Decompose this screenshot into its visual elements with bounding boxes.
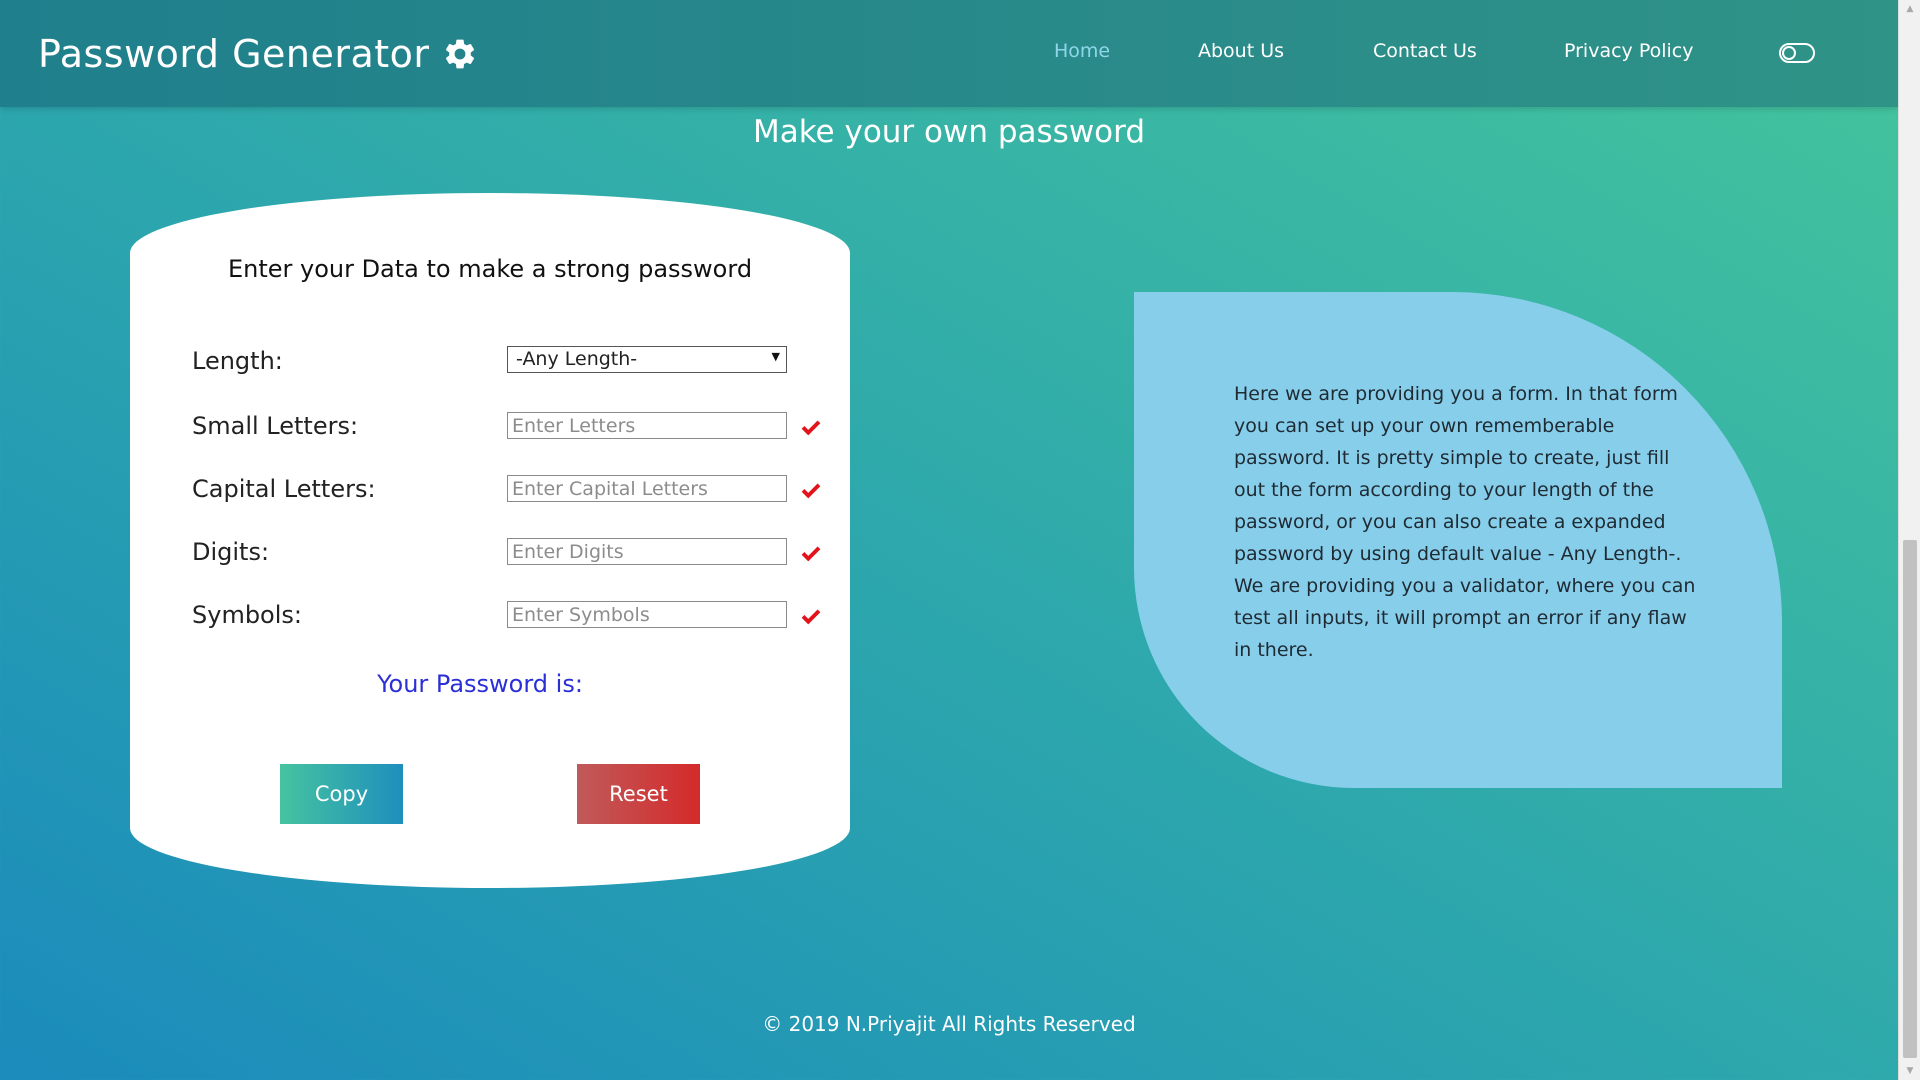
reset-button[interactable]: Reset	[577, 764, 700, 824]
navbar: Password Generator Home About Us Contact…	[0, 0, 1898, 107]
form-heading: Enter your Data to make a strong passwor…	[227, 255, 753, 283]
info-panel: Here we are providing you a form. In tha…	[1134, 292, 1782, 788]
length-select[interactable]: -Any Length- ▼	[507, 346, 787, 373]
check-icon	[801, 420, 821, 436]
check-icon	[801, 546, 821, 562]
brand[interactable]: Password Generator	[38, 30, 478, 78]
capital-letters-label: Capital Letters:	[192, 475, 376, 503]
brand-title: Password Generator	[38, 32, 430, 76]
page-title: Make your own password	[752, 114, 1146, 150]
capital-letters-input[interactable]	[507, 475, 787, 502]
scroll-thumb[interactable]	[1903, 540, 1917, 1058]
symbols-input[interactable]	[507, 601, 787, 628]
check-icon	[801, 483, 821, 499]
small-letters-label: Small Letters:	[192, 412, 359, 440]
scroll-up-arrow-icon[interactable]: ▲	[1899, 0, 1920, 18]
scrollbar[interactable]: ▲ ▼	[1898, 0, 1920, 1080]
password-result-label: Your Password is:	[130, 670, 850, 698]
chevron-down-icon: ▼	[771, 350, 780, 363]
check-icon	[801, 609, 821, 625]
password-result-text: Your Password is:	[377, 670, 583, 698]
theme-toggle-icon[interactable]	[1779, 43, 1815, 63]
length-label: Length:	[192, 347, 283, 375]
nav-about-us[interactable]: About Us	[1198, 40, 1284, 62]
nav-contact-us[interactable]: Contact Us	[1373, 40, 1477, 62]
symbols-label: Symbols:	[192, 601, 302, 629]
toggle-knob	[1782, 46, 1796, 60]
small-letters-input[interactable]	[507, 412, 787, 439]
password-form-card: Enter your Data to make a strong passwor…	[130, 193, 850, 888]
digits-input[interactable]	[507, 538, 787, 565]
digits-label: Digits:	[192, 538, 270, 566]
gear-icon	[445, 39, 474, 69]
info-text: Here we are providing you a form. In tha…	[1234, 383, 1696, 661]
nav-privacy-policy[interactable]: Privacy Policy	[1564, 40, 1693, 62]
copy-button[interactable]: Copy	[280, 764, 403, 824]
footer-copyright: © 2019 N.Priyajit All Rights Reserved	[762, 1012, 1136, 1036]
scroll-down-arrow-icon[interactable]: ▼	[1899, 1062, 1920, 1080]
nav-home[interactable]: Home	[1054, 40, 1110, 62]
length-select-value: -Any Length-	[516, 348, 638, 370]
